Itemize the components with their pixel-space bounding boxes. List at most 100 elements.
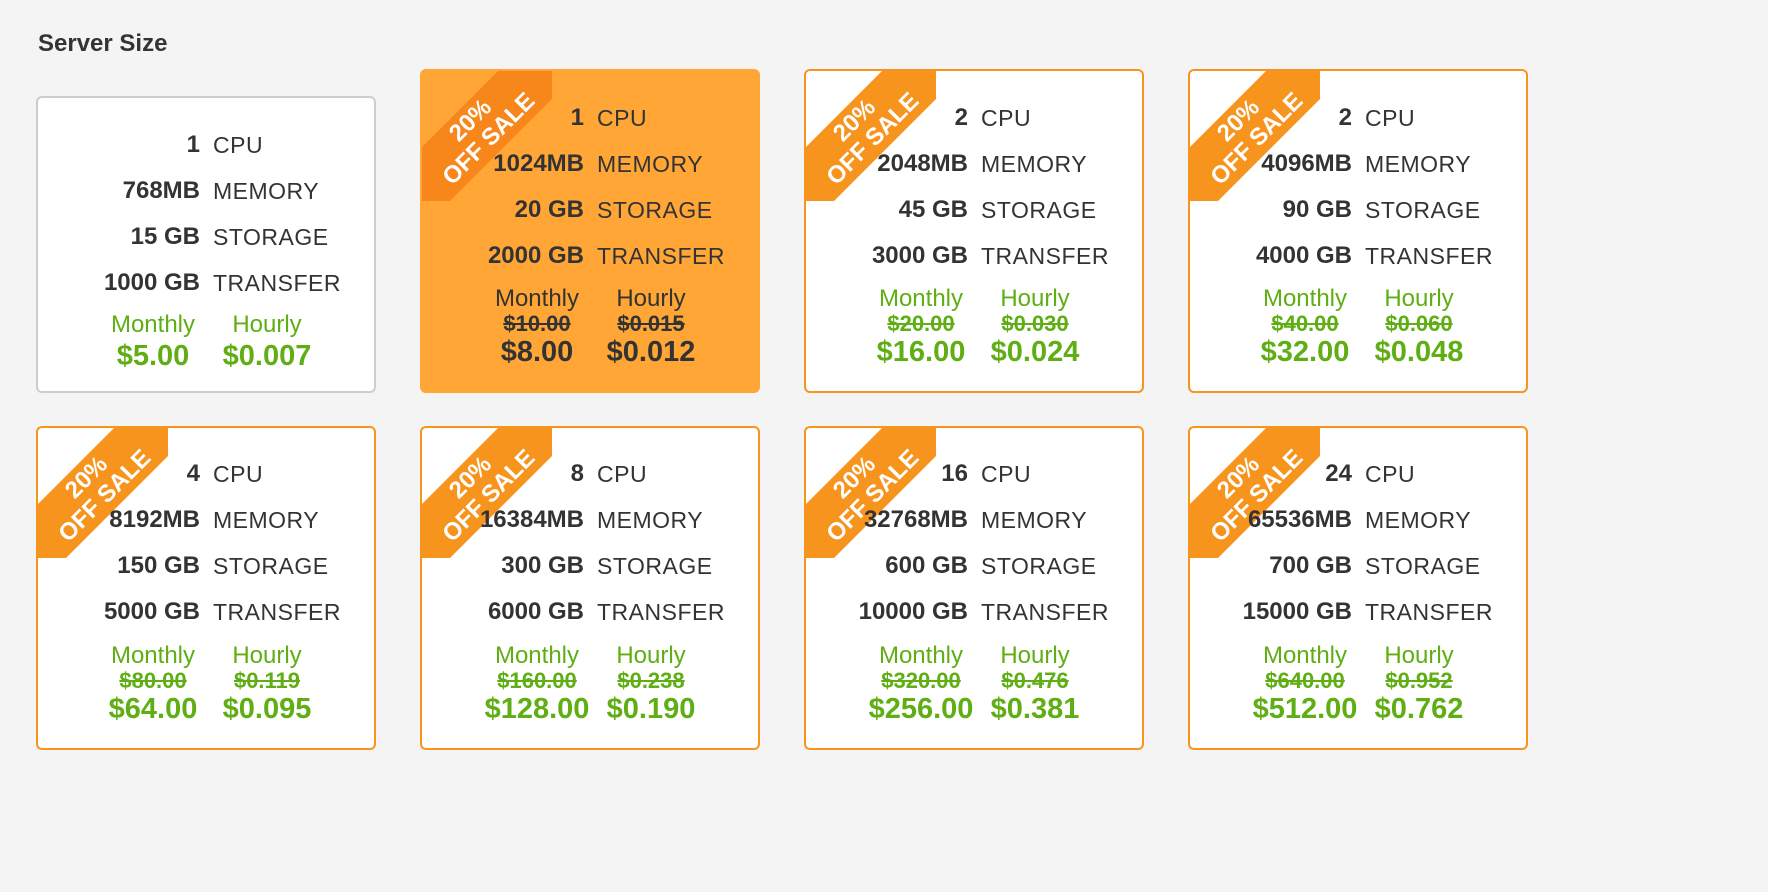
monthly-new-price: $256.00	[868, 693, 974, 725]
monthly-old-price: $320.00	[881, 668, 961, 693]
storage-value: 45 GB	[898, 196, 968, 223]
storage-value: 15 GB	[130, 223, 200, 250]
storage-row: 20 GB STORAGE	[422, 187, 758, 233]
hourly-new-price: $0.007	[222, 340, 312, 372]
storage-label: STORAGE	[213, 553, 329, 579]
plan-card-7[interactable]: 20% OFF SALE 16 CPU 32768MB MEMORY 600 GB S…	[804, 426, 1144, 750]
plan-specs: 2 CPU 4096MB MEMORY 90 GB STORAGE 4000 GB TR…	[1190, 95, 1526, 279]
memory-label: MEMORY	[981, 507, 1088, 533]
hourly-label: Hourly	[616, 642, 686, 669]
cpu-label: CPU	[1365, 105, 1416, 131]
transfer-value: 15000 GB	[1242, 598, 1352, 625]
plan-specs: 2 CPU 2048MB MEMORY 45 GB STORAGE 3000 GB TR…	[806, 95, 1142, 279]
transfer-label: TRANSFER	[1365, 599, 1493, 625]
monthly-price: Monthly $40.00 $32.00	[1245, 285, 1365, 369]
monthly-label: Monthly	[1262, 642, 1348, 669]
transfer-row: 2000 GB TRANSFER	[422, 233, 758, 279]
memory-label: MEMORY	[213, 507, 320, 533]
plan-card-3[interactable]: 20% OFF SALE 2 CPU 2048MB MEMORY 45 GB STOR…	[804, 69, 1144, 393]
cpu-value: 2	[1338, 104, 1352, 131]
transfer-row: 3000 GB TRANSFER	[806, 233, 1142, 279]
hourly-new-price: $0.024	[990, 336, 1080, 368]
hourly-label: Hourly	[232, 642, 302, 669]
cpu-label: CPU	[981, 461, 1032, 487]
monthly-old-price: $40.00	[1271, 311, 1339, 336]
transfer-value: 1000 GB	[103, 269, 200, 296]
monthly-new-price: $512.00	[1252, 693, 1358, 725]
plan-specs: 16 CPU 32768MB MEMORY 600 GB STORAGE 10000 …	[806, 451, 1142, 635]
memory-label: MEMORY	[981, 151, 1088, 177]
monthly-old-price: $80.00	[119, 668, 187, 693]
transfer-value: 10000 GB	[858, 598, 968, 625]
cpu-label: CPU	[213, 132, 264, 158]
memory-row: 16384MB MEMORY	[422, 497, 758, 543]
transfer-label: TRANSFER	[597, 243, 725, 269]
monthly-new-price: $128.00	[484, 693, 590, 725]
cpu-row: 4 CPU	[38, 451, 374, 497]
plan-card-6[interactable]: 20% OFF SALE 8 CPU 16384MB MEMORY 300 GB ST…	[420, 426, 760, 750]
hourly-old-price: $0.476	[1001, 668, 1069, 693]
transfer-row: 6000 GB TRANSFER	[422, 589, 758, 635]
memory-value: 4096MB	[1261, 150, 1352, 177]
transfer-row: 4000 GB TRANSFER	[1190, 233, 1526, 279]
plan-specs: 1 CPU 768MB MEMORY 15 GB STORAGE 1000 GB TRA…	[38, 122, 374, 306]
transfer-value: 6000 GB	[487, 598, 584, 625]
hourly-new-price: $0.012	[606, 336, 696, 368]
hourly-price: Hourly $0.060 $0.048	[1359, 285, 1479, 369]
memory-label: MEMORY	[1365, 507, 1472, 533]
cpu-row: 16 CPU	[806, 451, 1142, 497]
monthly-label: Monthly	[494, 642, 580, 669]
memory-value: 65536MB	[1247, 506, 1352, 533]
monthly-old-price: $10.00	[503, 311, 571, 336]
storage-value: 600 GB	[885, 552, 968, 579]
plan-specs: 24 CPU 65536MB MEMORY 700 GB STORAGE 15000 …	[1190, 451, 1526, 635]
monthly-old-price: $640.00	[1265, 668, 1345, 693]
plan-card-1[interactable]: 1 CPU 768MB MEMORY 15 GB STORAGE 1000 GB TRA…	[36, 96, 376, 393]
hourly-new-price: $0.048	[1374, 336, 1464, 368]
memory-label: MEMORY	[597, 151, 704, 177]
monthly-price: Monthly $320.00 $256.00	[861, 642, 981, 726]
plan-card-2[interactable]: 20% OFF SALE 1 CPU 1024MB MEMORY 20 GB STOR…	[420, 69, 760, 393]
cpu-row: 1 CPU	[422, 95, 758, 141]
transfer-row: 1000 GB TRANSFER	[38, 260, 374, 306]
cpu-label: CPU	[597, 105, 648, 131]
transfer-label: TRANSFER	[1365, 243, 1493, 269]
hourly-price: Hourly $0.015 $0.012	[591, 285, 711, 369]
cpu-row: 2 CPU	[806, 95, 1142, 141]
monthly-price: Monthly $5.00	[93, 311, 213, 373]
plan-card-5[interactable]: 20% OFF SALE 4 CPU 8192MB MEMORY 150 GB STO…	[36, 426, 376, 750]
hourly-label: Hourly	[1000, 285, 1070, 312]
cpu-label: CPU	[597, 461, 648, 487]
transfer-value: 5000 GB	[103, 598, 200, 625]
memory-value: 16384MB	[479, 506, 584, 533]
monthly-label: Monthly	[1262, 285, 1348, 312]
memory-value: 8192MB	[109, 506, 200, 533]
hourly-price: Hourly $0.007	[207, 311, 327, 373]
hourly-old-price: $0.952	[1385, 668, 1453, 693]
storage-row: 150 GB STORAGE	[38, 543, 374, 589]
monthly-price: Monthly $80.00 $64.00	[93, 642, 213, 726]
transfer-label: TRANSFER	[213, 599, 341, 625]
memory-value: 1024MB	[493, 150, 584, 177]
plan-card-8[interactable]: 20% OFF SALE 24 CPU 65536MB MEMORY 700 GB S…	[1188, 426, 1528, 750]
storage-value: 700 GB	[1269, 552, 1352, 579]
memory-value: 2048MB	[877, 150, 968, 177]
storage-label: STORAGE	[213, 224, 329, 250]
transfer-value: 3000 GB	[871, 242, 968, 269]
storage-row: 300 GB STORAGE	[422, 543, 758, 589]
storage-label: STORAGE	[1365, 553, 1481, 579]
cpu-label: CPU	[981, 105, 1032, 131]
memory-row: 4096MB MEMORY	[1190, 141, 1526, 187]
storage-label: STORAGE	[597, 197, 713, 223]
cpu-value: 16	[941, 460, 968, 487]
storage-value: 300 GB	[501, 552, 584, 579]
hourly-old-price: $0.119	[233, 668, 301, 693]
memory-row: 2048MB MEMORY	[806, 141, 1142, 187]
monthly-old-price: $160.00	[497, 668, 577, 693]
memory-row: 768MB MEMORY	[38, 168, 374, 214]
monthly-label: Monthly	[110, 311, 196, 338]
hourly-old-price: $0.030	[1001, 311, 1069, 336]
storage-label: STORAGE	[1365, 197, 1481, 223]
plan-card-4[interactable]: 20% OFF SALE 2 CPU 4096MB MEMORY 90 GB STOR…	[1188, 69, 1528, 393]
transfer-row: 15000 GB TRANSFER	[1190, 589, 1526, 635]
